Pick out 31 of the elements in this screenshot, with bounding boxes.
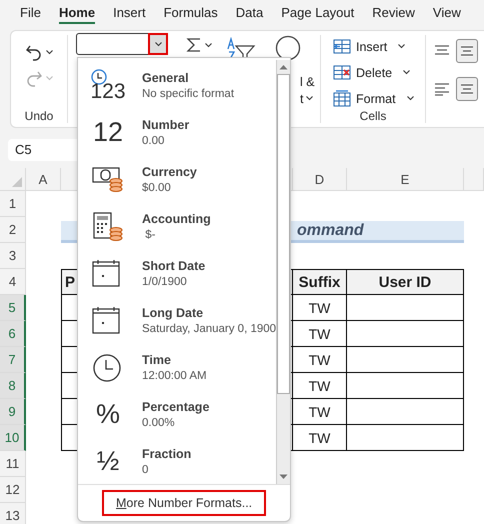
format-example: Saturday, January 0, 1900: [142, 323, 276, 335]
format-name: Number: [142, 118, 190, 132]
format-glyph: 123: [90, 81, 126, 102]
table-cell: TW: [293, 425, 347, 451]
table-cell: TW: [293, 347, 347, 373]
format-example: No specific format: [142, 88, 234, 100]
format-name: Long Date: [142, 306, 204, 320]
format-glyph: %: [96, 401, 120, 428]
format-name: Currency: [142, 165, 197, 179]
format-example: 0.00: [142, 135, 166, 147]
format-example: 12:00:00 AM: [142, 370, 207, 382]
table-cell: TW: [293, 321, 347, 347]
format-example: $0.00: [142, 182, 172, 194]
format-glyph: ½: [96, 448, 120, 475]
group-label: Undo: [24, 109, 54, 123]
table-cell: TW: [293, 399, 347, 425]
table-cell: TW: [293, 373, 347, 399]
table-header-cell: User ID: [347, 269, 464, 295]
format-example: 0.00%: [142, 417, 176, 429]
format-example: 0: [142, 464, 150, 476]
format-name: Percentage: [142, 400, 210, 414]
table-cell: TW: [293, 295, 347, 321]
format-name: Fraction: [142, 447, 192, 461]
group-label: Cells: [358, 109, 388, 123]
table-header-cell: Suffix: [293, 269, 347, 295]
format-name: Accounting: [142, 212, 211, 226]
format-name: General: [142, 71, 190, 85]
format-name: Time: [142, 353, 172, 367]
sheet-title: ommand: [297, 222, 364, 240]
format-example: 1/0/1900: [142, 276, 188, 288]
format-example: $-: [144, 229, 156, 241]
